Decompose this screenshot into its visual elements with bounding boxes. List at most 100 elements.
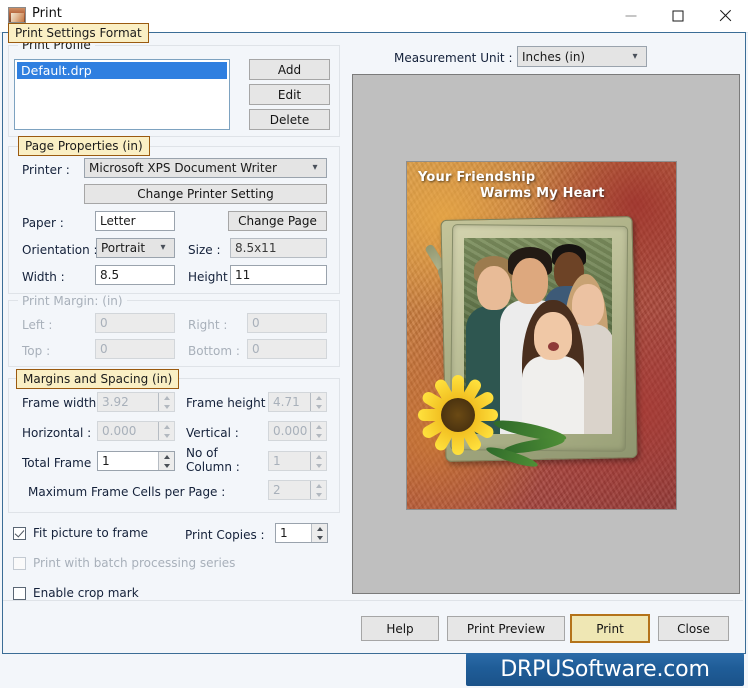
size-field: 8.5x11 [230, 238, 327, 258]
print-preview-button[interactable]: Print Preview [447, 616, 565, 641]
card-title-text: Your Friendship Warms My Heart [418, 170, 668, 202]
total-frame-label: Total Frame [22, 456, 92, 470]
vertical-label: Vertical : [186, 426, 239, 440]
height-field[interactable]: 11 [230, 265, 327, 285]
stepper-arrows [158, 422, 174, 440]
frame-width-stepper: 3.92 [97, 392, 175, 412]
preview-page-sheet: Your Friendship Warms My Heart [406, 161, 677, 510]
frame-width-label: Frame width [22, 396, 97, 410]
printer-value: Microsoft XPS Document Writer [89, 161, 277, 175]
horizontal-stepper: 0.000 [97, 421, 175, 441]
printer-select[interactable]: Microsoft XPS Document Writer ▾ [84, 158, 327, 178]
margin-top-field: 0 [95, 339, 175, 359]
maximize-icon[interactable] [655, 0, 701, 31]
chevron-down-icon: ▾ [160, 242, 166, 253]
help-button[interactable]: Help [361, 616, 439, 641]
enable-crop-mark-label: Enable crop mark [33, 586, 139, 600]
fit-picture-to-frame-checkbox[interactable]: Fit picture to frame [13, 526, 148, 540]
height-label: Height : [188, 270, 236, 284]
orientation-select[interactable]: Portrait ▾ [96, 238, 175, 258]
frame-height-value: 4.71 [273, 395, 300, 409]
person-face [572, 284, 604, 326]
size-label: Size : [188, 243, 221, 257]
print-profile-list[interactable]: Default.drp [14, 59, 230, 130]
chevron-down-icon: ▾ [632, 50, 638, 62]
enable-crop-mark-checkbox[interactable]: Enable crop mark [13, 586, 139, 600]
add-button[interactable]: Add [249, 59, 330, 80]
measurement-unit-value: Inches (in) [522, 49, 586, 64]
sunflower-icon [415, 372, 501, 458]
total-frame-stepper[interactable]: 1 [97, 451, 175, 471]
stepper-arrows [310, 422, 326, 440]
measurement-unit-label: Measurement Unit : [394, 51, 513, 65]
stepper-arrows [310, 481, 326, 499]
print-margin-group-label: Print Margin: (in) [18, 294, 127, 308]
close-button[interactable]: Close [658, 616, 729, 641]
window-title: Print [32, 6, 62, 21]
margin-right-field: 0 [247, 313, 327, 333]
stepper-arrows[interactable] [311, 524, 327, 542]
print-copies-stepper[interactable]: 1 [275, 523, 328, 543]
width-field[interactable]: 8.5 [95, 265, 175, 285]
person-face [512, 258, 548, 304]
measurement-unit-select[interactable]: Inches (in) ▾ [517, 46, 647, 67]
person-body [522, 356, 584, 434]
stepper-arrows [158, 393, 174, 411]
person-face [534, 312, 572, 360]
margin-bottom-field: 0 [247, 339, 327, 359]
max-frame-cells-stepper: 2 [268, 480, 327, 500]
orientation-value: Portrait [101, 241, 146, 255]
watermark-text: DRPUSoftware.com [500, 657, 710, 682]
vertical-stepper: 0.000 [268, 421, 327, 441]
no-of-column-label: No of Column : [186, 446, 240, 474]
fit-picture-to-frame-label: Fit picture to frame [33, 526, 149, 540]
sunflower-center [441, 398, 475, 432]
print-button[interactable]: Print [570, 614, 650, 643]
app-photo-icon [8, 7, 26, 23]
change-printer-setting-button[interactable]: Change Printer Setting [84, 184, 327, 204]
watermark-banner: DRPUSoftware.com [466, 653, 744, 686]
margin-bottom-label: Bottom : [188, 344, 240, 358]
width-label: Width : [22, 270, 65, 284]
delete-button[interactable]: Delete [249, 109, 330, 130]
minimize-icon[interactable] [608, 0, 654, 31]
stepper-arrows [310, 452, 326, 470]
close-icon[interactable] [702, 0, 748, 31]
list-item[interactable]: Default.drp [17, 62, 227, 79]
card-title-line1: Your Friendship [418, 170, 536, 185]
checkmark-icon [13, 526, 26, 540]
print-copies-label: Print Copies : [185, 528, 265, 542]
horizontal-value: 0.000 [102, 424, 137, 438]
max-frame-cells-label: Maximum Frame Cells per Page : [28, 485, 226, 499]
margin-top-label: Top : [22, 344, 51, 358]
paper-field[interactable]: Letter [95, 211, 175, 231]
total-frame-value: 1 [102, 454, 110, 468]
edit-button[interactable]: Edit [249, 84, 330, 105]
frame-height-stepper: 4.71 [268, 392, 327, 412]
batch-processing-label: Print with batch processing series [33, 556, 236, 570]
paper-label: Paper : [22, 216, 64, 230]
margin-left-field: 0 [95, 313, 175, 333]
stepper-arrows[interactable] [158, 452, 174, 470]
chevron-down-icon: ▾ [312, 162, 318, 173]
person-face [477, 266, 511, 310]
checkbox-box [13, 586, 26, 600]
vertical-value: 0.000 [273, 424, 308, 438]
print-dialog: Print Print Settings Format Print Profil… [0, 0, 748, 688]
print-preview-panel[interactable]: Your Friendship Warms My Heart [352, 74, 740, 594]
stepper-arrows [310, 393, 326, 411]
page-properties-group-label: Page Properties (in) [18, 136, 150, 156]
tab-print-settings-format[interactable]: Print Settings Format [8, 23, 149, 43]
footer-divider [3, 600, 743, 601]
max-frame-cells-value: 2 [273, 483, 281, 497]
margin-right-label: Right : [188, 318, 228, 332]
checkbox-box [13, 556, 26, 570]
change-page-button[interactable]: Change Page [228, 211, 327, 231]
print-copies-value: 1 [280, 526, 288, 540]
no-of-column-stepper: 1 [268, 451, 327, 471]
printer-label: Printer : [22, 163, 70, 177]
no-of-column-value: 1 [273, 454, 281, 468]
card-title-line2: Warms My Heart [480, 186, 605, 201]
margins-spacing-group-label: Margins and Spacing (in) [16, 369, 180, 389]
margin-left-label: Left : [22, 318, 53, 332]
